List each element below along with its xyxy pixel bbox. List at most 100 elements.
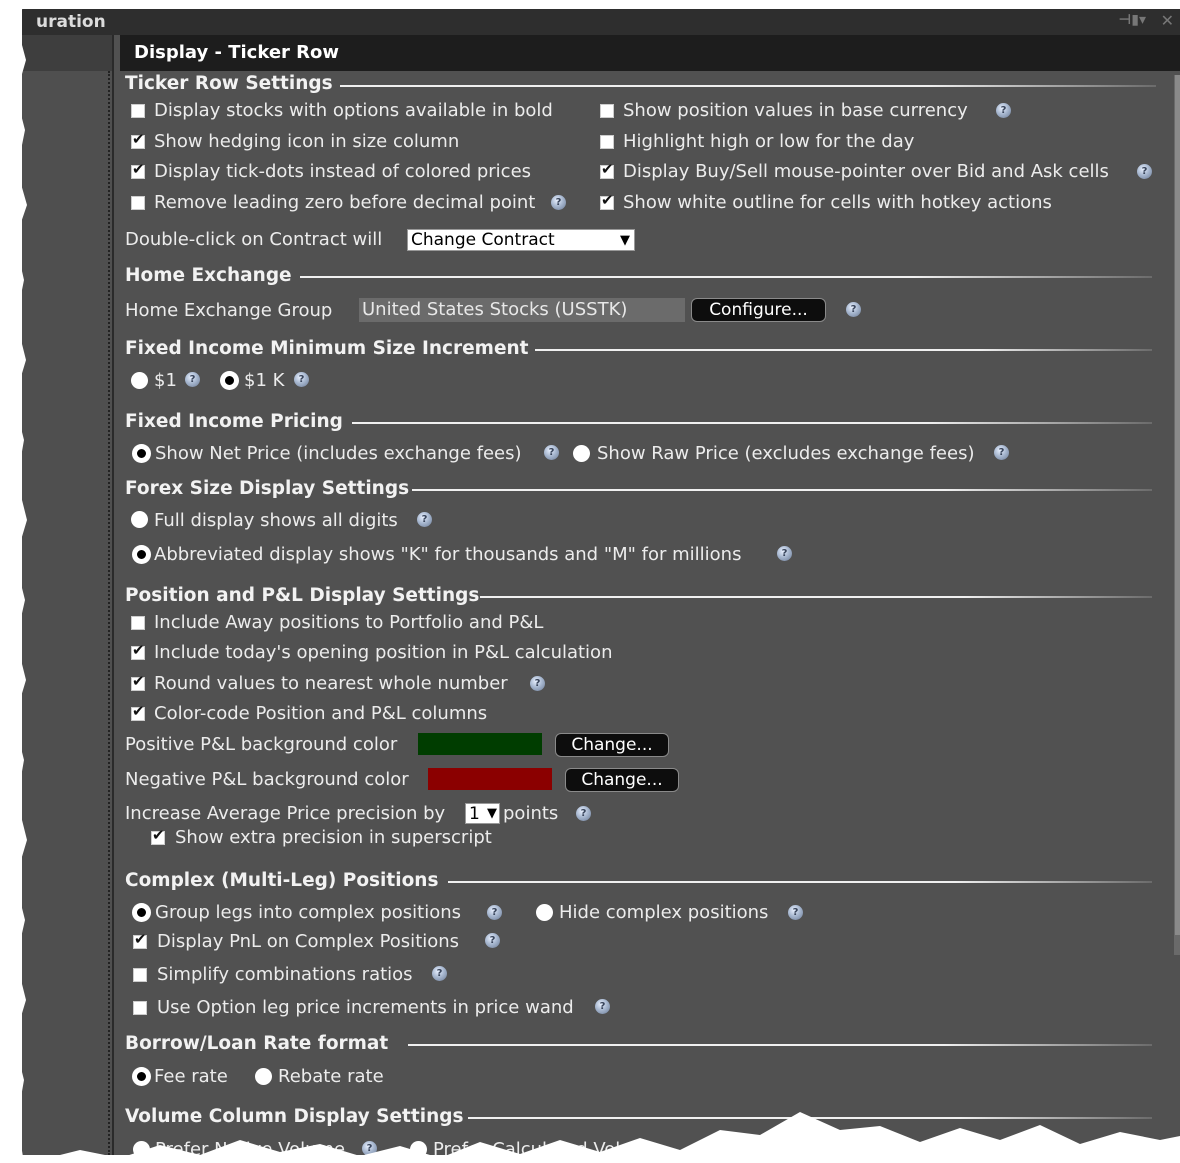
checkbox-high-low[interactable] [600,135,614,149]
section-ticker-row: Ticker Row Settings [125,73,333,94]
checkbox-away-positions[interactable] [131,616,145,630]
checkbox-tick-dots[interactable] [131,160,145,179]
checkbox-opening-position[interactable] [131,641,145,660]
radio-hide-complex[interactable] [536,904,553,921]
label-negative-color: Negative P&L background color [125,769,409,790]
section-divider [408,1044,1152,1046]
checkbox-leg-increments[interactable] [133,1001,147,1015]
label-forex-abbreviated: Abbreviated display shows "K" for thousa… [154,544,742,565]
label-precision: Increase Average Price precision by [125,803,446,824]
section-divider [535,349,1152,351]
radio-size-1[interactable] [131,372,148,389]
radio-forex-full[interactable] [131,511,148,528]
label-leading-zero: Remove leading zero before decimal point [154,192,536,213]
checkbox-white-outline[interactable] [600,191,614,210]
section-divider [448,881,1152,883]
checkbox-display-pnl[interactable] [133,930,147,949]
checkbox-mouse-pointer[interactable] [600,160,614,179]
close-icon[interactable]: ✕ [1161,11,1174,30]
label-home-exchange-group: Home Exchange Group [125,300,333,321]
label-positive-color: Positive P&L background color [125,734,398,755]
label-round-values: Round values to nearest whole number [154,673,508,694]
checkbox-superscript[interactable] [151,826,165,845]
radio-size-1k[interactable] [221,372,238,389]
radio-group-legs[interactable] [133,904,150,921]
checkbox-color-code[interactable] [131,702,145,721]
checkbox-leading-zero[interactable] [131,196,145,210]
label-leg-increments: Use Option leg price increments in price… [157,997,574,1018]
checkbox-round-values[interactable] [131,672,145,691]
change-negative-color-button[interactable]: Change... [565,768,679,792]
help-icon[interactable]: ? [994,445,1009,460]
help-icon[interactable]: ? [487,905,502,920]
label-points: points [503,803,559,824]
help-icon[interactable]: ? [294,372,309,387]
label-forex-full: Full display shows all digits [154,510,398,531]
radio-raw-price[interactable] [573,445,590,462]
double-click-select[interactable]: Change Contract ▼ [407,229,635,251]
tree-selected-row[interactable] [22,35,112,71]
label-size-1: $1 [154,370,177,391]
checkbox-hedging-icon[interactable] [131,130,145,149]
help-icon[interactable]: ? [1137,164,1152,179]
label-group-legs: Group legs into complex positions [155,902,461,923]
radio-forex-abbreviated[interactable] [133,546,150,563]
radio-fee-rate[interactable] [133,1068,150,1085]
section-fixed-income-pricing: Fixed Income Pricing [125,411,343,432]
checkbox-bold-options[interactable] [131,104,145,118]
checkbox-simplify-ratios[interactable] [133,968,147,982]
label-rebate-rate: Rebate rate [278,1066,384,1087]
help-icon[interactable]: ? [417,512,432,527]
help-icon[interactable]: ? [530,676,545,691]
tree-connector [108,71,110,1155]
label-white-outline: Show white outline for cells with hotkey… [623,192,1052,213]
label-raw-price: Show Raw Price (excludes exchange fees) [597,443,975,464]
scrollbar-thumb[interactable] [1175,75,1180,935]
label-color-code: Color-code Position and P&L columns [154,703,488,724]
help-icon[interactable]: ? [576,806,591,821]
label-base-currency: Show position values in base currency [623,100,968,121]
panel-title: Display - Ticker Row [120,35,1180,71]
section-position-pl: Position and P&L Display Settings [125,585,480,606]
precision-select[interactable]: 1 ▼ [465,803,500,824]
change-positive-color-button[interactable]: Change... [555,733,669,757]
help-icon[interactable]: ? [485,933,500,948]
window-title: uration [36,12,106,32]
label-high-low: Highlight high or low for the day [623,131,915,152]
radio-net-price[interactable] [133,445,150,462]
section-divider [412,489,1152,491]
help-icon[interactable]: ? [432,966,447,981]
help-icon[interactable]: ? [185,372,200,387]
section-forex: Forex Size Display Settings [125,478,410,499]
label-opening-position: Include today's opening position in P&L … [154,642,613,663]
help-icon[interactable]: ? [544,445,559,460]
help-icon[interactable]: ? [777,546,792,561]
section-divider [300,276,1152,278]
label-bold-options: Display stocks with options available in… [154,100,553,121]
torn-edge-left [0,0,27,1163]
configuration-window: uration ⊣▮▾ ✕ Display - Ticker Row Ticke… [0,0,1180,1163]
section-divider [480,596,1152,598]
help-icon[interactable]: ? [595,999,610,1014]
label-double-click: Double-click on Contract will [125,229,383,250]
help-icon[interactable]: ? [788,905,803,920]
help-icon[interactable]: ? [996,103,1011,118]
precision-value: 1 [469,804,480,824]
help-icon[interactable]: ? [846,302,861,317]
configure-button[interactable]: Configure... [691,298,826,322]
settings-tree-pane [22,35,112,1155]
help-icon[interactable]: ? [551,195,566,210]
checkbox-base-currency[interactable] [600,104,614,118]
label-display-pnl: Display PnL on Complex Positions [157,931,460,952]
radio-rebate-rate[interactable] [255,1068,272,1085]
vertical-scrollbar[interactable] [1174,75,1180,955]
pin-icon[interactable]: ⊣▮▾ [1118,12,1146,28]
negative-color-swatch [428,768,552,790]
label-hedging-icon: Show hedging icon in size column [154,131,460,152]
label-tick-dots: Display tick-dots instead of colored pri… [154,161,532,182]
torn-edge-bottom [0,1112,1180,1163]
home-exchange-group-field: United States Stocks (USSTK) [359,298,685,322]
window-title-bar: uration ⊣▮▾ ✕ [22,9,1180,35]
section-divider [340,85,1156,87]
dropdown-arrow-icon: ▼ [620,233,630,248]
